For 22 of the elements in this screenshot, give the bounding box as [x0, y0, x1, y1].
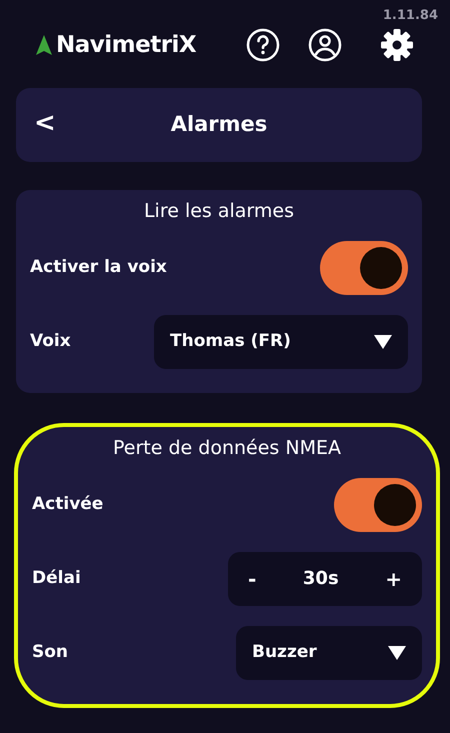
caret-icon — [374, 334, 392, 349]
plus-button[interactable]: + — [377, 564, 410, 594]
version-label: 1.11.84 — [382, 8, 438, 23]
page-title: Alarmes — [170, 112, 268, 138]
section-title: Lire les alarmes — [142, 200, 296, 223]
user-icon[interactable] — [308, 28, 342, 62]
setting-label: Activée — [32, 492, 104, 516]
stepper-value: 30s — [302, 567, 339, 592]
setting-label: Activer la voix — [30, 256, 167, 280]
app-logo: NavimetriX — [56, 30, 196, 60]
section-title: Perte de données NMEA — [112, 436, 342, 460]
caret-icon — [388, 646, 406, 660]
setting-label: Délai — [32, 566, 81, 590]
setting-label: Son — [32, 640, 68, 664]
dropdown[interactable]: Thomas (FR) — [154, 314, 408, 369]
minus-button[interactable]: - — [240, 564, 264, 594]
arrow-logo-icon — [36, 35, 52, 55]
settings-icon[interactable] — [380, 28, 414, 62]
back-button[interactable]: < — [30, 110, 60, 136]
setting-label: Voix — [30, 330, 71, 354]
help-icon[interactable] — [246, 28, 280, 62]
dropdown[interactable]: Buzzer — [236, 626, 422, 680]
